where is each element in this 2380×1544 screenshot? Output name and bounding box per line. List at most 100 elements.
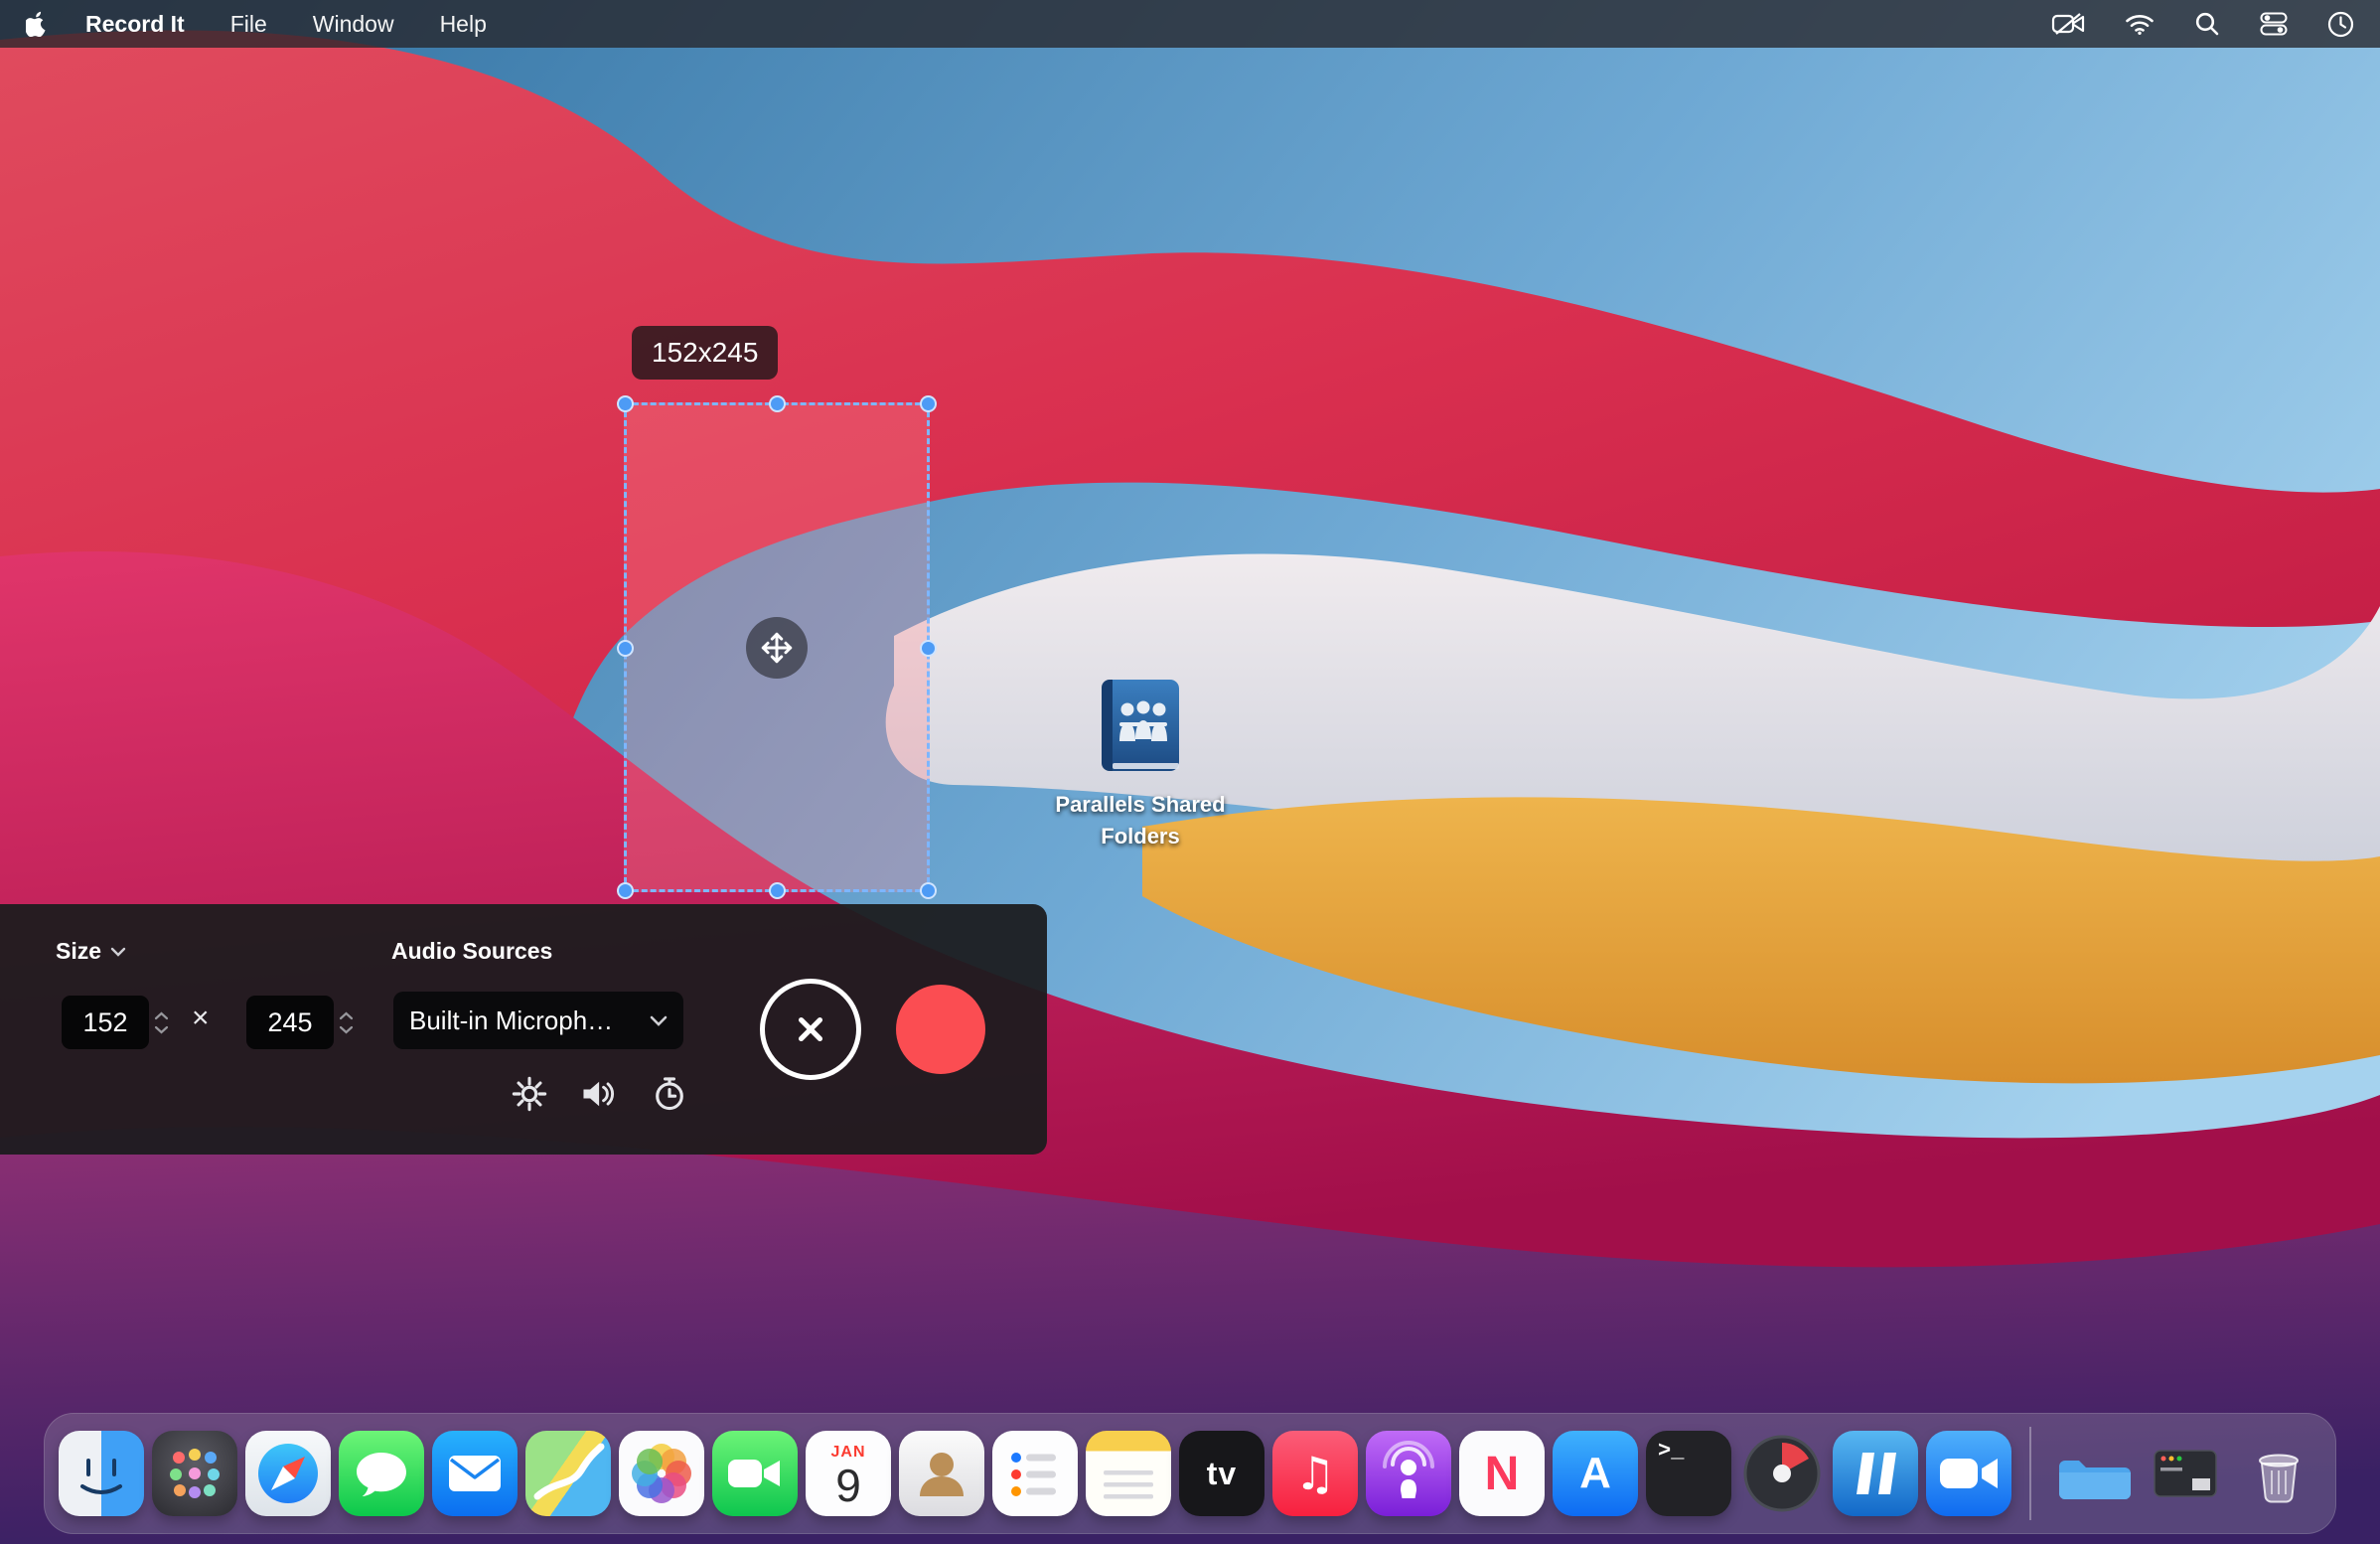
maps-road-icon <box>525 1431 611 1516</box>
dock-item-contacts[interactable] <box>899 1431 984 1516</box>
control-center-icon[interactable] <box>2260 11 2288 37</box>
dock-item-trash[interactable] <box>2236 1431 2321 1516</box>
selection-size-tooltip: 152x245 <box>632 326 778 380</box>
dock-item-minimized-window[interactable] <box>2143 1431 2228 1516</box>
audio-source-dropdown[interactable]: Built-in Microph… <box>393 992 683 1049</box>
dock-item-tv[interactable]: tv <box>1179 1431 1264 1516</box>
desktop-icon-parallels-shared-folders[interactable]: Parallels Shared Folders <box>1036 672 1245 852</box>
record-it-camera-icon <box>1926 1431 2011 1516</box>
menu-file[interactable]: File <box>230 11 267 38</box>
news-logo-glyph: N <box>1485 1447 1520 1501</box>
calendar-day-label: 9 <box>835 1462 861 1509</box>
cancel-button[interactable] <box>760 979 861 1080</box>
dock-item-safari[interactable] <box>245 1431 331 1516</box>
close-icon <box>789 1007 832 1051</box>
dock-item-mail[interactable] <box>432 1431 518 1516</box>
desktop-icon-label: Parallels Shared Folders <box>1036 789 1245 852</box>
wifi-icon[interactable] <box>2125 12 2155 36</box>
dock-item-music[interactable]: ♫ <box>1272 1431 1358 1516</box>
video-camera-icon <box>712 1431 798 1516</box>
height-stepper <box>334 996 358 1049</box>
folder-icon <box>2049 1431 2135 1516</box>
resize-handle-e[interactable] <box>920 640 937 657</box>
screen: Record It File Window Help <box>0 0 2380 1544</box>
dock-item-parallels-desktop[interactable] <box>1833 1431 1918 1516</box>
timer-clock-icon <box>651 1075 688 1113</box>
dimensions-times-symbol: × <box>192 1002 210 1035</box>
resize-handle-w[interactable] <box>617 640 634 657</box>
dock-item-news[interactable]: N <box>1459 1431 1545 1516</box>
volume-button[interactable] <box>575 1071 621 1117</box>
dock-item-maps[interactable] <box>525 1431 611 1516</box>
dock-item-messages[interactable] <box>339 1431 424 1516</box>
menu-window[interactable]: Window <box>313 11 394 38</box>
dock-item-circular-utility-app[interactable] <box>1739 1431 1825 1516</box>
finder-face-icon <box>59 1431 144 1516</box>
person-silhouette-icon <box>899 1431 984 1516</box>
dock-item-downloads-folder[interactable] <box>2049 1431 2135 1516</box>
menu-bar-status-area <box>2051 10 2354 38</box>
apple-menu[interactable] <box>26 9 52 39</box>
resize-handle-sw[interactable] <box>617 882 634 899</box>
minimized-window-icon <box>2143 1431 2228 1516</box>
stepper-up-icon[interactable] <box>154 1011 169 1020</box>
parallels-bars-icon <box>1833 1431 1918 1516</box>
music-note-glyph: ♫ <box>1294 1447 1335 1500</box>
dock-item-launchpad[interactable] <box>152 1431 237 1516</box>
active-app-name[interactable]: Record It <box>85 11 185 38</box>
resize-handle-n[interactable] <box>769 395 786 412</box>
clock-icon[interactable] <box>2327 11 2354 38</box>
shared-folders-book-icon <box>1036 672 1245 783</box>
speaker-icon <box>579 1075 617 1113</box>
launchpad-grid-icon <box>152 1431 237 1516</box>
audio-sources-label: Audio Sources <box>391 938 552 965</box>
recording-control-panel: Size 152 × 245 Audio Sources Built-in Mi… <box>0 904 1047 1155</box>
speech-bubble-icon <box>339 1431 424 1516</box>
menu-bar-left: Record It File Window Help <box>26 9 532 39</box>
chevron-down-icon <box>110 947 126 957</box>
size-section[interactable]: Size <box>56 938 126 965</box>
settings-button[interactable] <box>507 1071 552 1117</box>
width-input[interactable]: 152 <box>62 996 149 1049</box>
dock-item-finder[interactable] <box>59 1431 144 1516</box>
terminal-prompt-glyph: >_ <box>1658 1439 1684 1464</box>
timer-button[interactable] <box>647 1071 692 1117</box>
photos-pinwheel-icon <box>619 1431 704 1516</box>
menu-bar: Record It File Window Help <box>0 0 2380 48</box>
reminders-list-icon <box>992 1431 1078 1516</box>
menu-help[interactable]: Help <box>440 11 487 38</box>
resize-handle-s[interactable] <box>769 882 786 899</box>
spotlight-search-icon[interactable] <box>2194 11 2220 37</box>
envelope-icon <box>432 1431 518 1516</box>
podcasts-person-icon <box>1366 1431 1451 1516</box>
dock-item-photos[interactable] <box>619 1431 704 1516</box>
chevron-down-icon <box>650 1015 668 1026</box>
resize-handle-se[interactable] <box>920 882 937 899</box>
dock-item-reminders[interactable] <box>992 1431 1078 1516</box>
dock-item-app-store[interactable]: A <box>1553 1431 1638 1516</box>
move-arrows-icon <box>758 629 796 667</box>
stepper-down-icon[interactable] <box>154 1025 169 1034</box>
dock-item-notes[interactable] <box>1086 1431 1171 1516</box>
stepper-down-icon[interactable] <box>339 1025 354 1034</box>
size-section-label: Size <box>56 938 101 965</box>
capture-selection-region[interactable] <box>624 402 930 892</box>
dock: JAN 9 tv ♫ <box>44 1413 2336 1534</box>
stepper-up-icon[interactable] <box>339 1011 354 1020</box>
dock-item-calendar[interactable]: JAN 9 <box>806 1431 891 1516</box>
width-stepper <box>149 996 173 1049</box>
safari-compass-icon <box>245 1431 331 1516</box>
video-camera-icon[interactable] <box>2051 10 2085 38</box>
dock-item-record-it[interactable] <box>1926 1431 2011 1516</box>
dock-item-podcasts[interactable] <box>1366 1431 1451 1516</box>
dock-separator <box>2029 1427 2031 1520</box>
gear-icon <box>511 1075 548 1113</box>
record-button[interactable] <box>896 985 985 1074</box>
height-input[interactable]: 245 <box>246 996 334 1049</box>
dock-item-terminal[interactable]: >_ <box>1646 1431 1731 1516</box>
move-selection-button[interactable] <box>746 617 808 679</box>
resize-handle-nw[interactable] <box>617 395 634 412</box>
resize-handle-ne[interactable] <box>920 395 937 412</box>
dock-item-facetime[interactable] <box>712 1431 798 1516</box>
apple-logo-icon <box>26 11 48 37</box>
